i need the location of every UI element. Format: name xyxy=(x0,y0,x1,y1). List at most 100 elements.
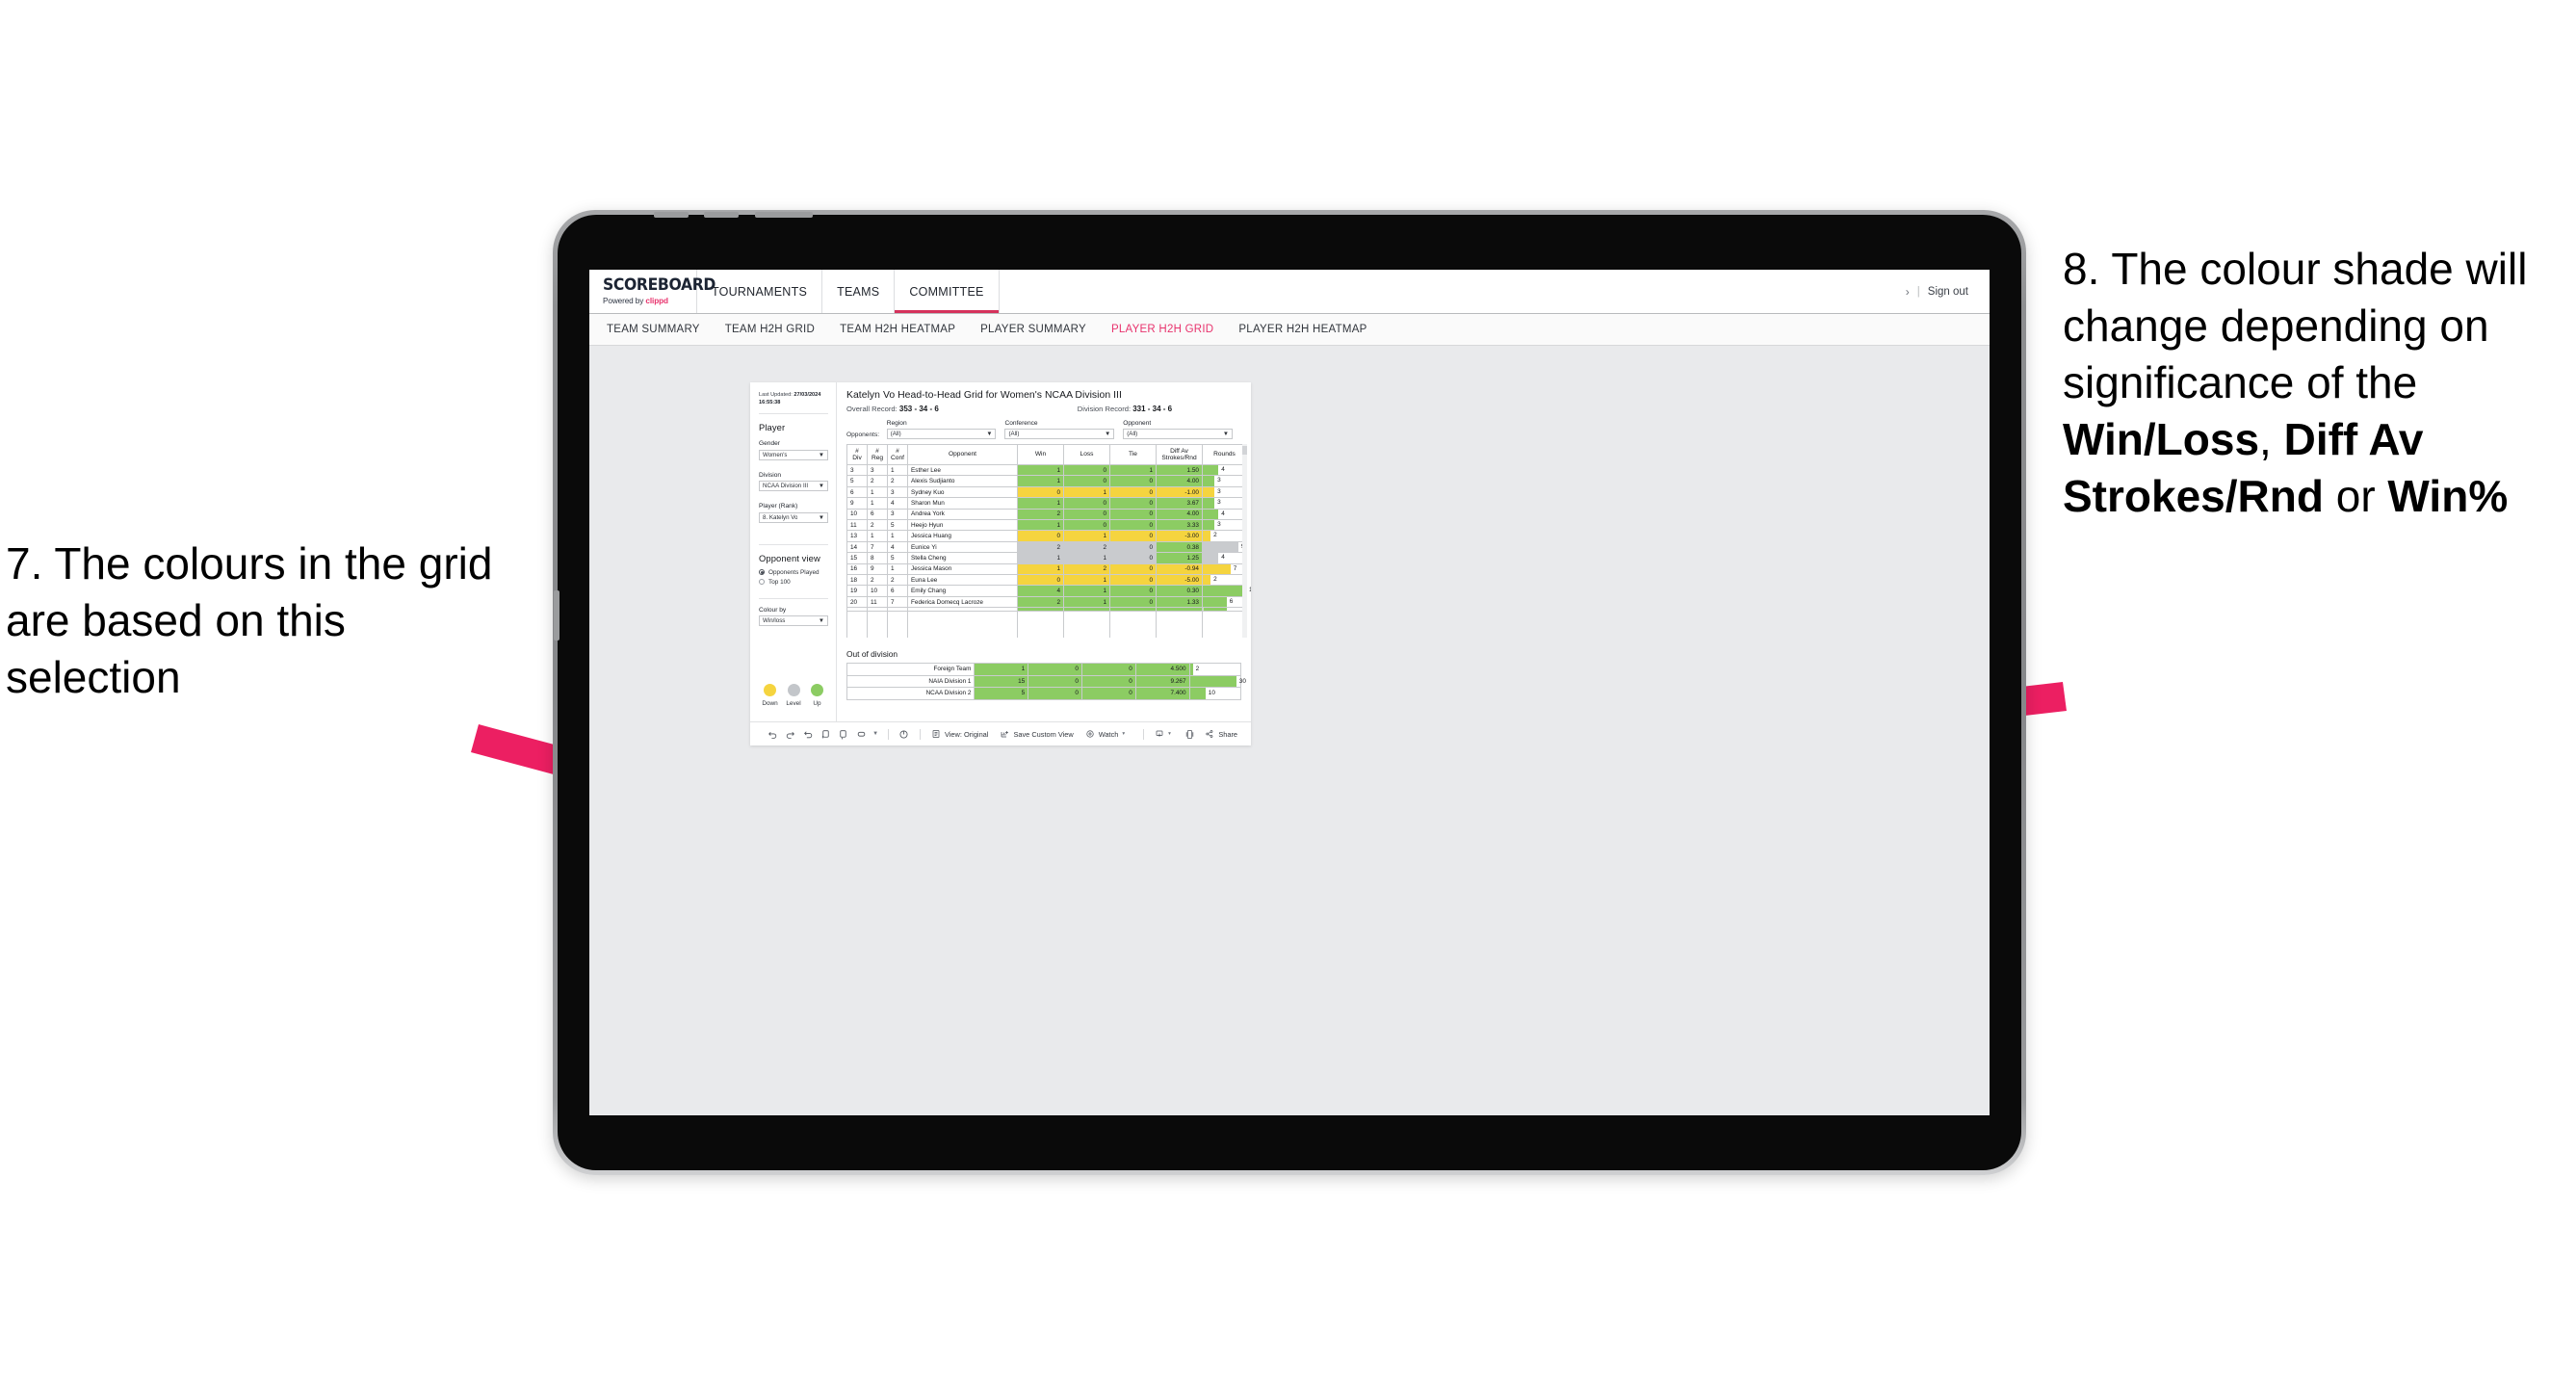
cell-tie: 0 xyxy=(1080,663,1136,676)
cell-rounds: 4 xyxy=(1202,463,1247,477)
table-row[interactable]: 13 1 1 Jessica Huang 0 1 0 -3.00 2 xyxy=(846,530,1247,542)
colour-by-value: Win/loss xyxy=(763,617,786,625)
chevron-down-icon: ▼ xyxy=(1222,431,1230,437)
th-tie[interactable]: Tie xyxy=(1109,444,1157,465)
rounds-bar xyxy=(1203,486,1215,498)
save-custom-view-label: Save Custom View xyxy=(1013,729,1074,739)
sign-out-link[interactable]: Sign out xyxy=(1928,286,1968,298)
table-scrollbar-thumb[interactable] xyxy=(1242,446,1247,455)
region-value: (All) xyxy=(890,431,901,437)
conference-select[interactable]: (All) ▼ xyxy=(1004,429,1115,439)
revert-icon[interactable] xyxy=(799,729,817,740)
th-opponent[interactable]: Opponent xyxy=(907,444,1018,465)
th-div[interactable]: # Div xyxy=(846,444,868,465)
divider-2 xyxy=(759,543,828,545)
cell-loss: 1 xyxy=(1063,574,1110,587)
subtab-team-h2h-grid[interactable]: TEAM H2H GRID xyxy=(725,324,815,335)
subtab-player-summary[interactable]: PLAYER SUMMARY xyxy=(980,324,1086,335)
table-row[interactable]: 10 6 3 Andrea York 2 0 0 4.00 4 xyxy=(846,508,1247,521)
division-label: Division xyxy=(759,471,782,479)
separator: | xyxy=(1916,285,1920,298)
cell-diff: 1.25 xyxy=(1156,552,1203,564)
opponent-select[interactable]: (All) ▼ xyxy=(1123,429,1234,439)
table-row[interactable]: 6 1 3 Sydney Kuo 0 1 0 -1.00 3 xyxy=(846,485,1247,499)
table-row[interactable]: 18 2 2 Euna Lee 0 1 0 -5.00 2 xyxy=(846,574,1247,587)
rounds-bar xyxy=(1203,541,1238,553)
table-row[interactable]: 5 2 2 Alexis Sudjianto 1 0 0 4.00 3 xyxy=(846,475,1247,487)
table-row[interactable]: 16 9 1 Jessica Mason 1 2 0 -0.94 7 xyxy=(846,562,1247,576)
division-select[interactable]: NCAA Division III ▼ xyxy=(759,481,828,492)
download-button[interactable]: ▾ xyxy=(1155,729,1171,739)
watch-button[interactable]: Watch ▾ xyxy=(1085,729,1125,739)
table-row[interactable]: 19106Emily Chang4100.3011 xyxy=(846,585,1251,597)
table-row[interactable]: 9 1 4 Sharon Mun 1 0 0 3.67 3 xyxy=(846,497,1247,510)
share-button[interactable]: Share xyxy=(1205,729,1237,739)
cell-group-name: NCAA Division 2 xyxy=(846,687,976,700)
brand-tagline-prefix: Powered by xyxy=(603,297,646,305)
table-scrollbar-track[interactable] xyxy=(1242,444,1247,639)
cell-conf: 2 xyxy=(887,574,908,587)
highlight-caret-icon[interactable]: ▼ xyxy=(871,731,881,737)
th-rounds[interactable]: Rounds xyxy=(1202,444,1247,465)
radio-opponents-played[interactable]: Opponents Played xyxy=(759,569,828,576)
rounds-value: 2 xyxy=(1213,576,1217,584)
callout-8-mid2: or xyxy=(2323,470,2388,521)
subtab-team-summary[interactable]: TEAM SUMMARY xyxy=(607,324,700,335)
th-diff-l1: Diff Av xyxy=(1170,447,1188,455)
refresh-icon[interactable] xyxy=(817,729,834,740)
legend-label-down: Down xyxy=(762,700,778,707)
cell-diff: -1.00 xyxy=(1156,485,1203,499)
table-row[interactable]: 3 3 1 Esther Lee 1 0 1 1.50 4 xyxy=(846,463,1247,477)
player-rank-select[interactable]: 8. Katelyn Vo ▼ xyxy=(759,511,828,523)
brand-logo[interactable]: SCOREBOARD Powered by clippd xyxy=(589,270,716,313)
pause-icon[interactable] xyxy=(835,729,852,740)
rounds-bar xyxy=(1203,586,1246,596)
nav-tab-tournaments[interactable]: TOURNAMENTS xyxy=(697,270,823,313)
reset-icon[interactable] xyxy=(896,729,913,740)
cell-empty xyxy=(1202,611,1247,621)
watch-label: Watch xyxy=(1098,729,1119,739)
th-diff-av-strokes[interactable]: Diff Av Strokes/Rnd xyxy=(1156,444,1203,465)
subtab-team-h2h-heatmap[interactable]: TEAM H2H HEATMAP xyxy=(840,324,955,335)
cell-win: 1 xyxy=(1017,475,1064,487)
gender-select[interactable]: Women's ▼ xyxy=(759,449,828,460)
cell-tie: 0 xyxy=(1109,585,1157,597)
table-row[interactable]: NCAA Division 2 5 0 0 7.400 10 xyxy=(846,687,1242,700)
save-custom-view-button[interactable]: Save Custom View xyxy=(1000,729,1074,739)
redo-icon[interactable] xyxy=(781,729,798,740)
th-reg[interactable]: # Reg xyxy=(867,444,888,465)
chevron-right-icon[interactable]: › xyxy=(1906,285,1910,299)
divider-3 xyxy=(759,597,828,599)
table-row[interactable]: 15 8 5 Stella Cheng 1 1 0 1.25 4 xyxy=(846,552,1247,564)
cell-group-name: NAIA Division 1 xyxy=(846,674,976,689)
toolbar-divider-1 xyxy=(887,728,889,740)
cell-empty xyxy=(1017,629,1064,639)
nav-tab-teams[interactable]: TEAMS xyxy=(822,270,896,313)
th-conf[interactable]: # Conf xyxy=(887,444,908,465)
nav-tab-committee[interactable]: COMMITTEE xyxy=(895,270,1000,313)
subtab-player-h2h-grid[interactable]: PLAYER H2H GRID xyxy=(1111,324,1213,335)
cell-empty xyxy=(1109,629,1157,639)
cell-tie: 0 xyxy=(1109,497,1157,510)
cell-opponent: Emily Chang xyxy=(907,585,1018,597)
fullscreen-icon[interactable] xyxy=(1181,729,1198,740)
colour-by-select[interactable]: Win/loss ▼ xyxy=(759,615,828,627)
cell-diff: -5.00 xyxy=(1156,574,1203,587)
radio-opponents-played-label: Opponents Played xyxy=(768,568,820,576)
th-loss[interactable]: Loss xyxy=(1063,444,1110,465)
highlight-icon[interactable] xyxy=(852,729,870,740)
callout-8-mid1: , xyxy=(2259,413,2284,464)
callout-8-bold-winloss: Win/Loss xyxy=(2063,413,2260,464)
table-row[interactable]: NAIA Division 1 15 0 0 9.267 30 xyxy=(846,674,1246,689)
table-row[interactable]: 20 11 7 Federica Domecq Lacroze 2 1 0 1.33 6 xyxy=(846,595,1247,609)
th-win[interactable]: Win xyxy=(1017,444,1064,465)
radio-top-100[interactable]: Top 100 xyxy=(759,579,828,586)
view-original-button[interactable]: View: Original xyxy=(931,729,988,739)
undo-icon[interactable] xyxy=(764,729,781,740)
table-row[interactable]: 1474Eunice Yi2200.389 xyxy=(846,540,1247,554)
subtab-player-h2h-heatmap[interactable]: PLAYER H2H HEATMAP xyxy=(1238,324,1366,335)
table-row[interactable]: Foreign Team 1 0 0 4.500 2 xyxy=(846,663,1242,676)
table-row[interactable]: 11 2 5 Heejo Hyun 1 0 0 3.33 3 xyxy=(846,519,1247,532)
region-select[interactable]: (All) ▼ xyxy=(886,429,997,439)
